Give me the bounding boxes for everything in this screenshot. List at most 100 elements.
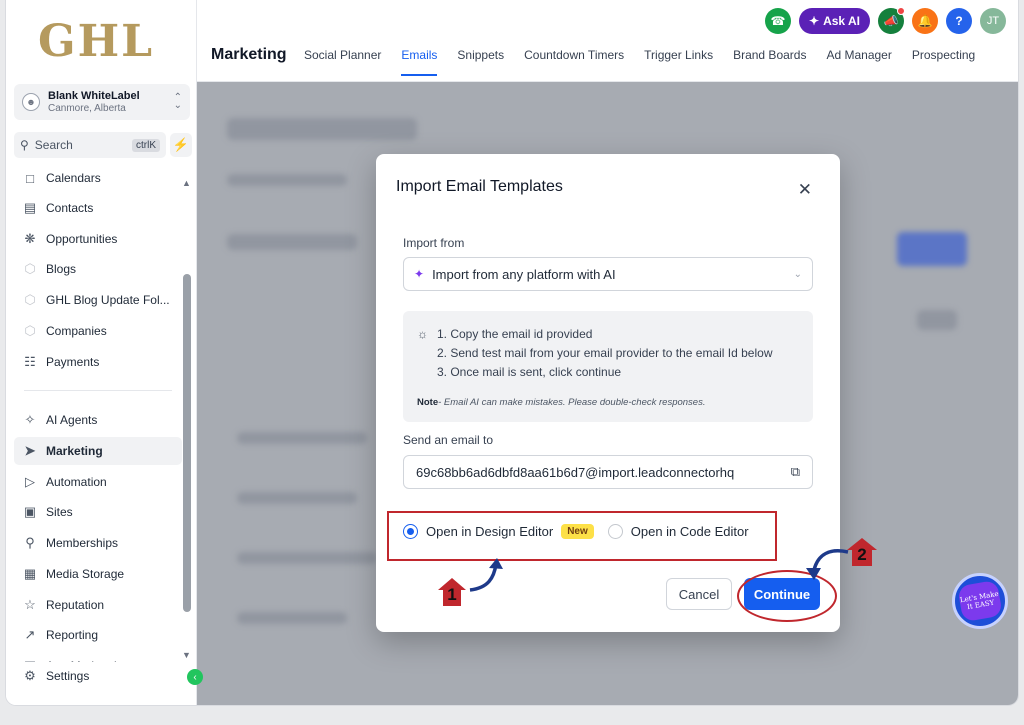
page-title: Marketing <box>211 46 287 63</box>
sidebar-item-label: Automation <box>46 475 107 489</box>
ask-ai-label: Ask AI <box>823 14 860 28</box>
location-name: Blank WhiteLabel <box>48 90 140 102</box>
sidebar-item-media-storage[interactable]: ▦ Media Storage <box>14 560 182 588</box>
notification-dot <box>897 7 905 15</box>
sidebar-scrollbar[interactable]: ▲ ▼ <box>182 178 192 666</box>
collapse-sidebar-icon[interactable]: ‹ <box>187 669 203 685</box>
import-from-label: Import from <box>403 236 465 250</box>
sidebar-search[interactable]: ⚲ Search ctrlK <box>14 132 166 158</box>
user-avatar[interactable]: JT <box>980 8 1006 34</box>
tab-ad-manager[interactable]: Ad Manager <box>826 48 891 76</box>
calendar-icon: □ <box>26 170 34 186</box>
tab-countdown-timers[interactable]: Countdown Timers <box>524 48 624 76</box>
reporting-icon: ↗ <box>24 627 36 642</box>
blurred-row <box>237 552 377 564</box>
folder-icon: ⬡ <box>24 292 36 307</box>
location-icon: ☻ <box>22 93 40 111</box>
sidebar-item-ghl-blog-update[interactable]: ⬡ GHL Blog Update Fol... <box>14 286 182 314</box>
sidebar-item-marketing[interactable]: ➤ Marketing <box>14 437 182 465</box>
blurred-text <box>227 174 347 186</box>
sidebar-item-ai-agents[interactable]: ✧ AI Agents <box>14 406 182 434</box>
ai-agents-icon: ✧ <box>24 412 36 427</box>
chevron-updown-icon: ⌃ ⌄ <box>173 92 182 111</box>
memberships-icon: ⚲ <box>25 535 35 550</box>
sidebar-item-label: GHL Blog Update Fol... <box>46 293 170 307</box>
tab-prospecting[interactable]: Prospecting <box>912 48 975 76</box>
search-shortcut: ctrlK <box>132 138 160 152</box>
header-actions: ☎ ✦ Ask AI 📣 🔔 ? JT <box>765 7 1006 34</box>
quick-action-bolt-icon[interactable]: ⚡ <box>170 133 192 157</box>
sidebar-divider <box>24 390 172 391</box>
search-label: Search <box>34 138 73 152</box>
sidebar-item-opportunities[interactable]: ❋ Opportunities <box>14 225 182 253</box>
brand-logo: GHL <box>38 16 155 67</box>
sidebar-item-label: Blogs <box>46 262 77 276</box>
import-email-field[interactable]: 69c68bb6ad6dbfd8aa61b6d7@import.leadconn… <box>403 455 813 489</box>
sparkle-icon: ✦ <box>809 14 820 28</box>
sidebar-item-label: Sites <box>46 505 73 519</box>
instruction-step: 2. Send test mail from your email provid… <box>437 346 773 360</box>
tab-snippets[interactable]: Snippets <box>457 48 504 76</box>
companies-icon: ⬡ <box>24 323 36 338</box>
blurred-control <box>917 310 957 330</box>
import-email-address: 69c68bb6ad6dbfd8aa61b6d7@import.leadconn… <box>416 464 735 480</box>
import-source-select[interactable]: ✦ Import from any platform with AI ⌄ <box>403 257 813 291</box>
sidebar-item-label: AI Agents <box>46 413 98 427</box>
sidebar-item-blogs[interactable]: ⬡ Blogs <box>14 255 182 283</box>
contacts-icon: ▤ <box>23 200 37 215</box>
annotation-marker-1: 1 <box>437 577 467 607</box>
ask-ai-button[interactable]: ✦ Ask AI <box>799 8 870 34</box>
note-text: - Email AI can make mistakes. Please dou… <box>438 397 706 408</box>
cancel-button[interactable]: Cancel <box>666 578 732 610</box>
sidebar-item-label: Companies <box>46 324 107 338</box>
sidebar-item-reporting[interactable]: ↗ Reporting <box>14 621 182 649</box>
import-source-value: Import from any platform with AI <box>432 266 616 282</box>
note-label: Note <box>417 397 439 408</box>
scroll-thumb[interactable] <box>183 274 191 612</box>
badge-text: Let's Make It EASY <box>957 579 1003 623</box>
sidebar-nav: □ Calendars ▤ Contacts ❋ Opportunities ⬡ Blo… <box>14 168 184 668</box>
sidebar-item-automation[interactable]: ▷ Automation <box>14 468 182 496</box>
opportunities-icon: ❋ <box>24 231 36 246</box>
star-icon: ☆ <box>24 597 36 612</box>
sidebar-item-label: Contacts <box>46 201 94 215</box>
help-icon[interactable]: ? <box>946 8 972 34</box>
sidebar-item-companies[interactable]: ⬡ Companies <box>14 317 182 345</box>
lightbulb-icon: ☼ <box>417 327 428 341</box>
phone-icon[interactable]: ☎ <box>765 8 792 34</box>
sidebar-item-label: Media Storage <box>46 567 125 581</box>
sidebar-item-label: Opportunities <box>46 232 118 246</box>
scroll-up-icon[interactable]: ▲ <box>182 178 191 188</box>
media-icon: ▦ <box>23 566 37 581</box>
sidebar-item-calendars[interactable]: □ Calendars <box>14 168 182 192</box>
send-icon: ➤ <box>24 443 36 458</box>
instruction-step: 1. Copy the email id provided <box>437 327 593 341</box>
lets-make-it-easy-badge: Let's Make It EASY <box>952 573 1008 629</box>
scroll-down-icon[interactable]: ▼ <box>182 650 191 660</box>
annotation-marker-2: 2 <box>846 537 878 567</box>
tab-emails[interactable]: Emails <box>401 48 438 76</box>
close-icon[interactable]: ✕ <box>798 180 812 200</box>
sidebar-item-memberships[interactable]: ⚲ Memberships <box>14 529 182 557</box>
sidebar-item-label: Payments <box>46 355 100 369</box>
instructions-box: ☼ 1. Copy the email id provided 2. Send … <box>403 311 813 422</box>
blurred-heading <box>227 118 417 140</box>
sidebar-item-settings[interactable]: ⚙ Settings <box>14 662 182 690</box>
annotation-highlight-box <box>387 511 777 561</box>
sidebar-item-contacts[interactable]: ▤ Contacts <box>14 194 182 222</box>
copy-icon[interactable]: ⧉ <box>791 464 800 480</box>
sidebar-item-label: Marketing <box>46 444 103 458</box>
megaphone-icon[interactable]: 📣 <box>878 7 905 34</box>
location-switcher[interactable]: ☻ Blank WhiteLabel Canmore, Alberta ⌃ ⌄ <box>14 84 190 120</box>
tab-trigger-links[interactable]: Trigger Links <box>644 48 713 76</box>
tab-brand-boards[interactable]: Brand Boards <box>733 48 806 76</box>
tab-social-planner[interactable]: Social Planner <box>304 48 381 76</box>
send-email-label: Send an email to <box>403 433 494 447</box>
sidebar-item-payments[interactable]: ☷ Payments <box>14 348 182 376</box>
sidebar-item-sites[interactable]: ▣ Sites <box>14 498 182 526</box>
search-icon: ⚲ <box>20 138 29 152</box>
bell-icon[interactable]: 🔔 <box>912 8 938 34</box>
sidebar-item-reputation[interactable]: ☆ Reputation <box>14 591 182 619</box>
sidebar-item-label: Reputation <box>46 598 105 612</box>
automation-icon: ▷ <box>25 474 35 489</box>
